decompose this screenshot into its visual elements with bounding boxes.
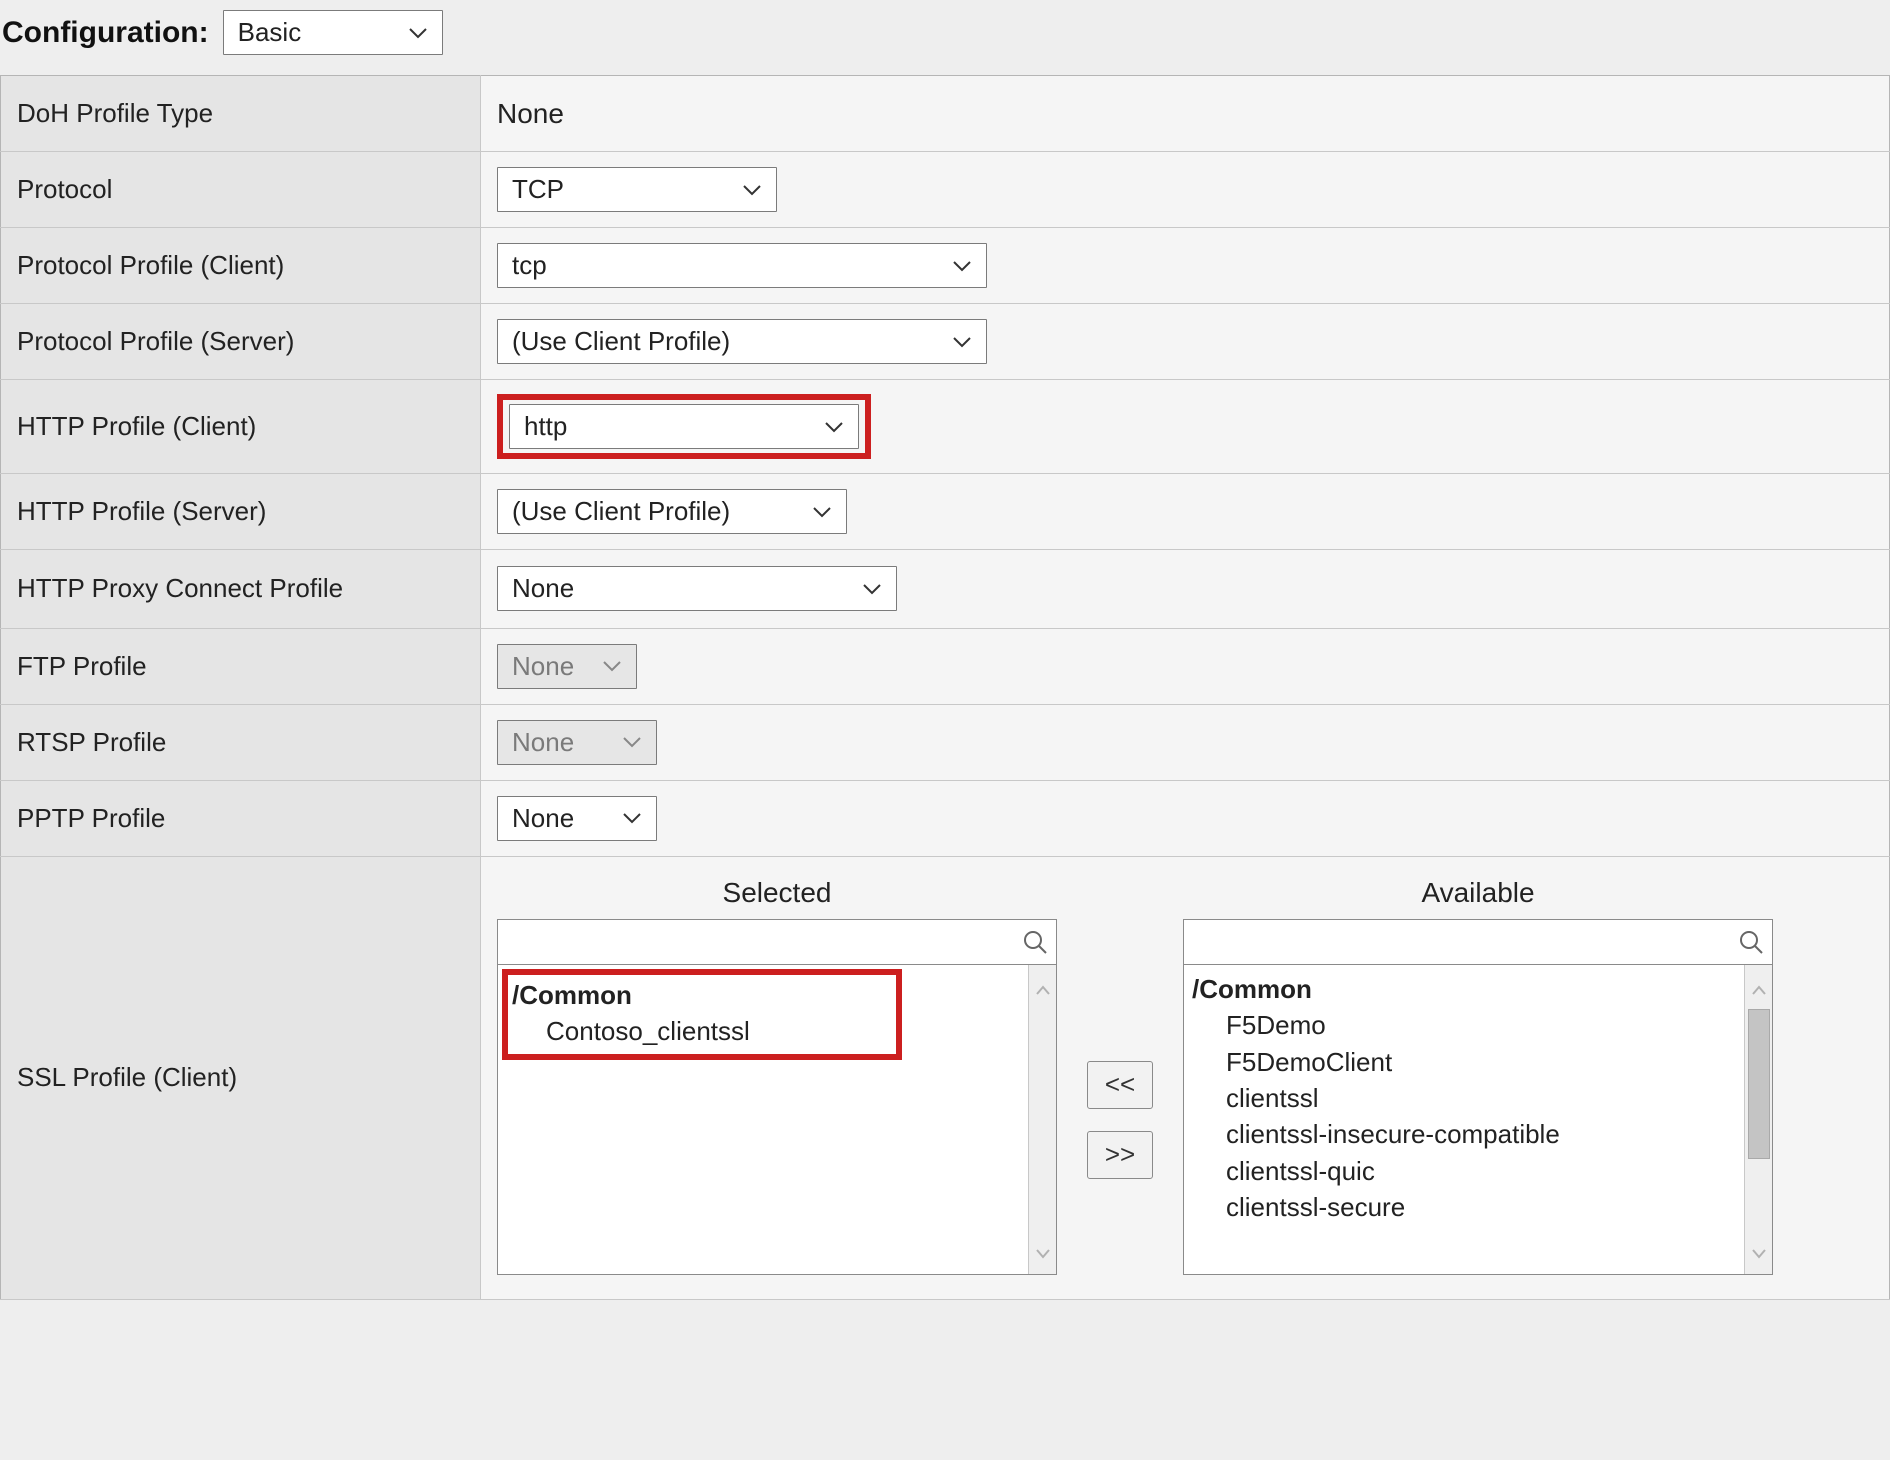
label-http-proxy-connect-profile: HTTP Proxy Connect Profile <box>1 550 481 629</box>
row-http-profile-server: HTTP Profile (Server) (Use Client Profil… <box>1 474 1890 550</box>
available-item-2[interactable]: clientssl <box>1192 1080 1764 1116</box>
available-item-5[interactable]: clientssl-secure <box>1192 1189 1764 1225</box>
http-profile-client-value: http <box>524 411 567 442</box>
search-icon <box>1022 929 1048 955</box>
available-search-input[interactable] <box>1194 927 1738 957</box>
label-pptp-profile: PPTP Profile <box>1 780 481 856</box>
value-doh-profile-type: None <box>497 98 564 129</box>
label-http-profile-server: HTTP Profile (Server) <box>1 474 481 550</box>
search-icon <box>1738 929 1764 955</box>
available-header: Available <box>1183 877 1773 919</box>
scroll-down-icon[interactable] <box>1035 1233 1051 1269</box>
available-listbox[interactable]: /Common F5Demo F5DemoClient clientssl cl… <box>1183 965 1773 1275</box>
chevron-down-icon <box>622 812 642 824</box>
selected-partition: /Common <box>512 977 892 1013</box>
scroll-thumb[interactable] <box>1748 1009 1770 1159</box>
selected-listbox[interactable]: /Common Contoso_clientssl <box>497 965 1057 1275</box>
chevron-down-icon <box>862 583 882 595</box>
http-proxy-connect-profile-value: None <box>512 573 574 604</box>
available-search[interactable] <box>1183 919 1773 965</box>
row-rtsp-profile: RTSP Profile None <box>1 704 1890 780</box>
selected-item-0[interactable]: Contoso_clientssl <box>512 1013 892 1049</box>
available-item-4[interactable]: clientssl-quic <box>1192 1153 1764 1189</box>
highlight-http-profile-client: http <box>497 394 871 459</box>
rtsp-profile-select: None <box>497 720 657 765</box>
row-ftp-profile: FTP Profile None <box>1 628 1890 704</box>
selected-column: Selected /Common <box>497 877 1057 1275</box>
scroll-down-icon[interactable] <box>1751 1233 1767 1269</box>
chevron-down-icon <box>602 660 622 672</box>
available-partition: /Common <box>1192 971 1764 1007</box>
pptp-profile-select[interactable]: None <box>497 796 657 841</box>
available-column: Available /Common F5Demo <box>1183 877 1773 1275</box>
move-left-button[interactable]: << <box>1087 1061 1153 1109</box>
highlight-selected-profile: /Common Contoso_clientssl <box>502 969 902 1060</box>
row-http-profile-client: HTTP Profile (Client) http <box>1 380 1890 474</box>
row-protocol-profile-client: Protocol Profile (Client) tcp <box>1 228 1890 304</box>
label-http-profile-client: HTTP Profile (Client) <box>1 380 481 474</box>
chevron-down-icon <box>408 27 428 39</box>
chevron-down-icon <box>952 260 972 272</box>
row-pptp-profile: PPTP Profile None <box>1 780 1890 856</box>
protocol-profile-server-select[interactable]: (Use Client Profile) <box>497 319 987 364</box>
protocol-select-value: TCP <box>512 174 564 205</box>
available-scrollbar[interactable] <box>1744 965 1772 1274</box>
configuration-table: DoH Profile Type None Protocol TCP Proto… <box>0 75 1890 1300</box>
row-protocol-profile-server: Protocol Profile (Server) (Use Client Pr… <box>1 304 1890 380</box>
protocol-profile-server-value: (Use Client Profile) <box>512 326 730 357</box>
chevron-down-icon <box>952 336 972 348</box>
scroll-up-icon[interactable] <box>1751 969 1767 1005</box>
row-ssl-profile-client: SSL Profile (Client) Selected <box>1 856 1890 1299</box>
label-ssl-profile-client: SSL Profile (Client) <box>1 856 481 1299</box>
available-item-3[interactable]: clientssl-insecure-compatible <box>1192 1116 1764 1152</box>
configuration-select-value: Basic <box>238 17 302 48</box>
move-right-button[interactable]: >> <box>1087 1131 1153 1179</box>
configuration-label: Configuration: <box>2 16 209 50</box>
configuration-heading: Configuration: Basic <box>0 0 1890 75</box>
pptp-profile-value: None <box>512 803 574 834</box>
http-profile-client-select[interactable]: http <box>509 404 859 449</box>
move-buttons: << >> <box>1087 1061 1153 1179</box>
configuration-select[interactable]: Basic <box>223 10 443 55</box>
selected-scrollbar[interactable] <box>1028 965 1056 1274</box>
chevron-down-icon <box>812 506 832 518</box>
ssl-profile-client-duallist: Selected /Common <box>497 871 1873 1285</box>
label-doh-profile-type: DoH Profile Type <box>1 76 481 152</box>
selected-search-input[interactable] <box>508 927 1022 957</box>
http-profile-server-select[interactable]: (Use Client Profile) <box>497 489 847 534</box>
available-item-0[interactable]: F5Demo <box>1192 1007 1764 1043</box>
row-protocol: Protocol TCP <box>1 152 1890 228</box>
selected-search[interactable] <box>497 919 1057 965</box>
protocol-profile-client-value: tcp <box>512 250 547 281</box>
available-item-1[interactable]: F5DemoClient <box>1192 1044 1764 1080</box>
label-protocol-profile-server: Protocol Profile (Server) <box>1 304 481 380</box>
label-protocol-profile-client: Protocol Profile (Client) <box>1 228 481 304</box>
protocol-profile-client-select[interactable]: tcp <box>497 243 987 288</box>
http-profile-server-value: (Use Client Profile) <box>512 496 730 527</box>
label-ftp-profile: FTP Profile <box>1 628 481 704</box>
chevron-down-icon <box>824 421 844 433</box>
ftp-profile-select: None <box>497 644 637 689</box>
selected-header: Selected <box>497 877 1057 919</box>
protocol-select[interactable]: TCP <box>497 167 777 212</box>
row-doh-profile-type: DoH Profile Type None <box>1 76 1890 152</box>
scroll-up-icon[interactable] <box>1035 969 1051 1005</box>
label-protocol: Protocol <box>1 152 481 228</box>
label-rtsp-profile: RTSP Profile <box>1 704 481 780</box>
http-proxy-connect-profile-select[interactable]: None <box>497 566 897 611</box>
row-http-proxy-connect-profile: HTTP Proxy Connect Profile None <box>1 550 1890 629</box>
rtsp-profile-value: None <box>512 727 574 758</box>
ftp-profile-value: None <box>512 651 574 682</box>
chevron-down-icon <box>622 736 642 748</box>
chevron-down-icon <box>742 184 762 196</box>
